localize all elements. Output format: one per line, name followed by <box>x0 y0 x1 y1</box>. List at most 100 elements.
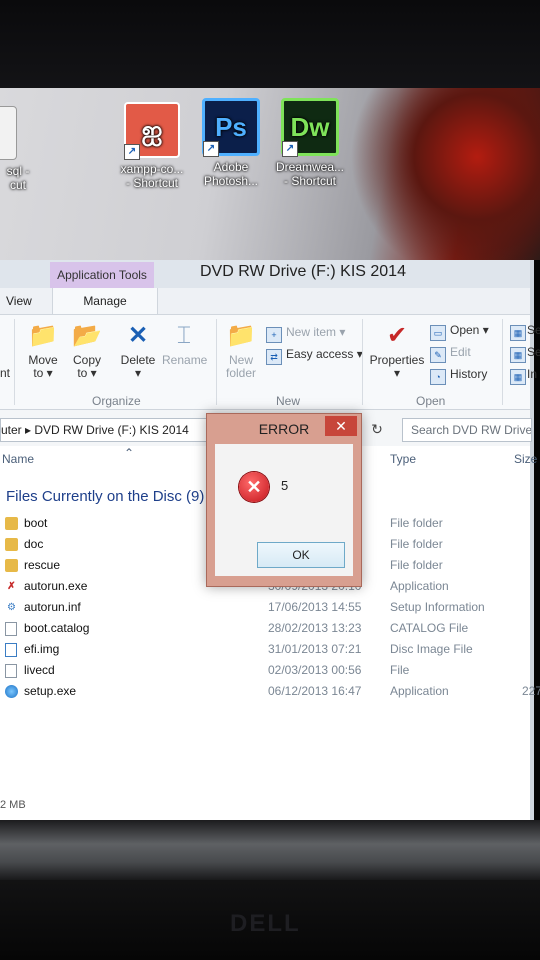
error-dialog: ERROR ✕ ✕ 5 OK <box>206 413 362 587</box>
desktop-icon-xampp[interactable]: ஐ ↗ xampp-co... - Shortcut <box>112 102 192 190</box>
file-icon <box>5 622 17 636</box>
desktop-icon-sql[interactable]: sql - cut <box>0 106 38 192</box>
properties-arrow: ▾ <box>393 366 401 380</box>
select-all-button[interactable]: ▦ Se <box>510 321 540 341</box>
file-type: File <box>390 663 410 677</box>
rename-label: Rename <box>162 353 208 367</box>
file-date: 31/01/2013 07:21 <box>268 642 362 656</box>
copy-to-label-2: to ▾ <box>77 366 97 380</box>
new-folder-button[interactable]: 📁 New folder <box>222 321 260 380</box>
edit-icon: ✎ <box>430 347 446 363</box>
desktop-icon-label: sql - <box>6 164 30 178</box>
history-label: History <box>450 367 488 381</box>
close-icon[interactable]: ✕ <box>325 416 357 436</box>
file-type: File folder <box>390 537 443 551</box>
file-name: boot.catalog <box>24 621 90 635</box>
group-header[interactable]: Files Currently on the Disc (9) <box>6 488 204 505</box>
list-item[interactable]: setup.exe 06/12/2013 16:47 Application 2… <box>0 681 540 702</box>
column-header-type[interactable]: Type <box>390 452 416 466</box>
edit-label: Edit <box>450 345 471 359</box>
list-item[interactable]: ⚙ autorun.inf 17/06/2013 14:55 Setup Inf… <box>0 597 530 618</box>
properties-button[interactable]: ✔ Properties ▾ <box>368 321 426 380</box>
file-date: 02/03/2013 00:56 <box>268 663 362 677</box>
file-name: boot <box>24 516 48 530</box>
list-item[interactable]: efi.img 31/01/2013 07:21 Disc Image File <box>0 639 530 660</box>
monitor-logo: DELL <box>230 910 301 937</box>
delete-button[interactable]: ✕ Delete ▾ <box>116 321 160 380</box>
invert-selection-button[interactable]: ▦ In <box>510 365 538 385</box>
refresh-icon[interactable]: ↻ <box>366 418 388 440</box>
monitor-bezel-bottom: DELL <box>0 820 540 960</box>
status-size: 2 MB <box>0 799 26 811</box>
ribbon-tabs: View Manage <box>0 288 530 315</box>
select-none-button[interactable]: ▦ Se <box>510 343 540 363</box>
file-size: 227 <box>522 684 540 698</box>
settings-file-icon: ⚙ <box>7 602 16 613</box>
organize-group-label: Organize <box>92 394 141 408</box>
file-type: Disc Image File <box>390 642 473 656</box>
ok-button[interactable]: OK <box>257 542 345 568</box>
file-type: Application <box>390 684 449 698</box>
folder-icon <box>5 559 18 572</box>
dreamweaver-icon: Dw ↗ <box>281 98 339 157</box>
invert-label: In <box>527 367 538 381</box>
easy-access-button[interactable]: ⇄ Easy access ▾ <box>266 345 363 365</box>
file-icon <box>5 664 17 678</box>
new-item-label: New item ▾ <box>286 325 346 339</box>
dialog-body: ✕ 5 OK <box>215 444 353 576</box>
rename-button[interactable]: ⌶ Rename <box>162 321 208 367</box>
status-bar: 2 MB <box>0 792 530 818</box>
desktop-icon-photoshop[interactable]: Ps ↗ Adobe Photosh... <box>191 98 271 188</box>
error-message: 5 <box>281 478 289 493</box>
properties-icon: ✔ <box>386 322 408 349</box>
new-folder-icon: 📁 <box>226 322 256 349</box>
delete-label-2: ▾ <box>134 366 142 380</box>
easy-access-icon: ⇄ <box>266 349 282 365</box>
tab-view[interactable]: View <box>0 288 38 314</box>
file-name: rescue <box>24 558 61 572</box>
new-item-button[interactable]: + New item ▾ <box>266 323 346 343</box>
ribbon-separator <box>14 319 15 405</box>
open-label: Open ▾ <box>450 323 489 337</box>
delete-icon: ✕ <box>127 322 149 349</box>
tab-manage[interactable]: Manage <box>52 288 158 314</box>
copy-to-button[interactable]: 📂 Copy to ▾ <box>66 321 108 380</box>
new-group-label: New <box>276 394 301 408</box>
column-header-size[interactable]: Size <box>514 452 537 466</box>
new-folder-label-2: folder <box>225 366 257 380</box>
desktop-icon-label: Dreamwea... <box>275 160 345 174</box>
invert-selection-icon: ▦ <box>510 369 526 385</box>
ribbon-cut-label: nt <box>0 366 11 380</box>
shortcut-arrow-icon: ↗ <box>203 141 219 157</box>
shortcut-arrow-icon: ↗ <box>282 141 298 157</box>
rename-icon: ⌶ <box>176 322 192 349</box>
list-item[interactable]: boot.catalog 28/02/2013 13:23 CATALOG Fi… <box>0 618 530 639</box>
file-name: livecd <box>24 663 55 677</box>
search-placeholder: Search DVD RW Drive (F <box>411 423 532 437</box>
search-input[interactable]: Search DVD RW Drive (F <box>402 418 532 442</box>
ribbon-separator <box>362 319 363 405</box>
file-name: autorun.inf <box>24 600 81 614</box>
desktop-icon-label: - Shortcut <box>283 174 337 188</box>
dreamweaver-glyph: Dw <box>290 112 330 142</box>
move-to-button[interactable]: 📁 Move to ▾ <box>22 321 64 380</box>
open-icon: ▭ <box>430 325 446 341</box>
select-label: Se <box>527 345 540 359</box>
desktop-icon-label: xampp-co... <box>120 162 184 176</box>
desktop-icon-dreamweaver[interactable]: Dw ↗ Dreamwea... - Shortcut <box>270 98 350 188</box>
list-item[interactable]: livecd 02/03/2013 00:56 File <box>0 660 530 681</box>
select-none-icon: ▦ <box>510 347 526 363</box>
folder-icon <box>5 538 18 551</box>
edit-button[interactable]: ✎ Edit <box>430 343 471 363</box>
move-to-label-2: to ▾ <box>33 366 53 380</box>
file-type: Application <box>390 579 449 593</box>
file-date: 06/12/2013 16:47 <box>268 684 362 698</box>
open-button[interactable]: ▭ Open ▾ <box>430 321 489 341</box>
title-bar[interactable]: Application Tools DVD RW Drive (F:) KIS … <box>0 260 530 288</box>
file-type: File folder <box>390 558 443 572</box>
wallpaper-glow <box>330 88 540 260</box>
column-header-name[interactable]: Name <box>2 452 34 466</box>
new-item-icon: + <box>266 327 282 343</box>
photoshop-icon: Ps ↗ <box>202 98 260 157</box>
history-button[interactable]: ◔ History <box>430 365 488 385</box>
